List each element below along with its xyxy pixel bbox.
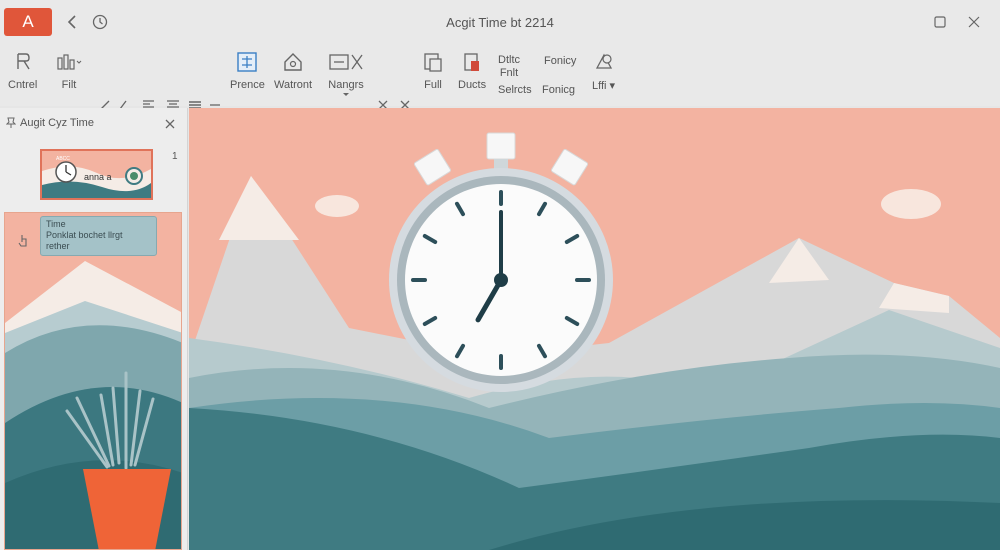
ribbon-delete-text[interactable]: Dtltc Fnlt — [498, 54, 520, 80]
window-title: Acgit Time bt 2214 — [446, 15, 554, 30]
document-icon — [424, 53, 442, 72]
slide-thumbnail-1[interactable]: anna a ABCC — [40, 149, 153, 200]
ribbon-fonicy-text[interactable]: Fonicy — [544, 55, 576, 68]
slides-panel-title: Augit Cyz Time — [20, 117, 94, 129]
ribbon-full-button[interactable]: Full — [422, 50, 444, 91]
slide-canvas[interactable] — [189, 108, 1000, 550]
ribbon-filter-button[interactable]: Filt — [56, 50, 82, 91]
close-window-button[interactable] — [966, 14, 982, 30]
slide-artwork — [189, 108, 1000, 550]
range-icon — [329, 54, 363, 70]
close-icon — [968, 16, 980, 28]
slide-1-number: 1 — [172, 151, 178, 162]
ribbon-home-button[interactable]: Watront — [274, 50, 312, 91]
slides-panel-header: Augit Cyz Time — [0, 108, 188, 140]
ribbon-paste-button[interactable]: Ducts — [458, 50, 486, 91]
ribbon-range-button[interactable]: Nangrs — [328, 50, 364, 97]
slide-thumbnail-1-text: anna a — [84, 172, 112, 182]
title-bar: A Acgit Time bt 2214 — [0, 0, 1000, 44]
ribbon-toolbar: Cntrel Filt Prence Watront Nangrs IK Ful… — [0, 44, 1000, 135]
cursor-icon — [16, 53, 30, 70]
ribbon-font-button[interactable]: Fonicg — [542, 84, 575, 96]
history-icon — [92, 14, 108, 30]
slide-tooltip: Time Ponklat bochet llrgt rether — [40, 216, 157, 256]
paste-icon — [464, 53, 480, 71]
cloud-right — [881, 189, 941, 219]
hand-pointer-icon — [18, 235, 27, 247]
maximize-icon — [934, 16, 946, 28]
chevron-left-icon — [67, 15, 76, 29]
ribbon-presence-button[interactable]: Prence — [230, 50, 265, 91]
shapes-icon — [595, 53, 612, 69]
close-panel-icon[interactable] — [163, 117, 177, 131]
history-button[interactable] — [90, 12, 110, 32]
back-button[interactable] — [62, 12, 82, 32]
ribbon-select-button[interactable]: Selrcts — [498, 84, 532, 96]
dropdown-arrow-icon — [343, 93, 349, 96]
pin-icon[interactable] — [6, 117, 16, 129]
slide-thumbnail-1-label: ABCC — [56, 156, 70, 162]
presence-icon — [237, 52, 258, 72]
ribbon-shapes-button[interactable]: Lffi ▾ — [592, 50, 615, 92]
stopwatch — [389, 132, 613, 392]
ribbon-shapes-label: Lffi ▾ — [592, 80, 616, 92]
slide-thumbnail-2[interactable] — [4, 212, 182, 550]
app-logo-button[interactable]: A — [4, 8, 52, 36]
maximize-button[interactable] — [932, 14, 948, 30]
slide-thumbnail-2-art — [5, 213, 181, 549]
home-icon — [284, 53, 302, 71]
filter-icon — [57, 54, 82, 70]
slide-thumbnail-1-art: anna a ABCC — [42, 151, 151, 198]
ribbon-control-button[interactable]: Cntrel — [8, 50, 37, 91]
cloud-left — [315, 195, 359, 217]
